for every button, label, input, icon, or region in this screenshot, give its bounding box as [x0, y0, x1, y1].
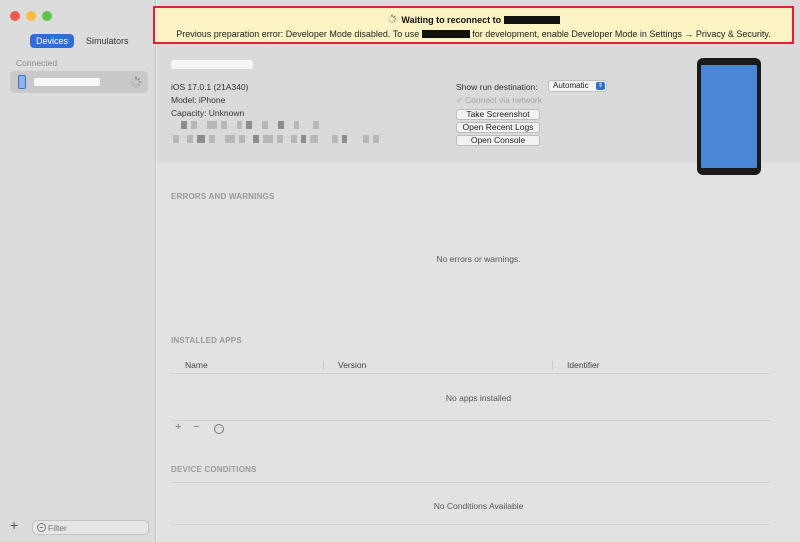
redacted-device-title	[171, 60, 253, 69]
divider	[171, 524, 771, 525]
banner-title: Waiting to reconnect to	[401, 15, 502, 25]
reconnect-warning-banner: Waiting to reconnect to Previous prepara…	[153, 6, 794, 44]
devices-window: Devices Simulators Connected + Filter iO…	[0, 0, 800, 542]
open-recent-logs-button[interactable]: Open Recent Logs	[456, 122, 540, 133]
tab-devices[interactable]: Devices	[30, 34, 75, 48]
more-options-icon[interactable]: ···	[214, 424, 224, 434]
take-screenshot-button[interactable]: Take Screenshot	[456, 109, 540, 120]
redacted-serial-row	[181, 121, 319, 129]
column-header-name[interactable]: Name	[185, 360, 208, 370]
redacted-device-name	[503, 16, 560, 24]
banner-message-part2: for development, enable Developer Mode i…	[472, 29, 771, 39]
ios-version: iOS 17.0.1 (21A340)	[171, 82, 249, 92]
redacted-identifier-row	[173, 135, 379, 143]
column-divider	[323, 361, 324, 370]
plus-icon[interactable]: +	[10, 518, 18, 532]
conditions-empty-message: No Conditions Available	[433, 501, 524, 511]
divider	[171, 482, 771, 483]
sidebar: Devices Simulators Connected + Filter	[0, 0, 156, 542]
connected-section-label: Connected	[16, 58, 58, 68]
remove-app-icon[interactable]: −	[193, 422, 199, 433]
apps-empty-message: No apps installed	[445, 393, 512, 403]
banner-message-line: Previous preparation error: Developer Mo…	[155, 29, 792, 39]
errors-section-title: ERRORS AND WARNINGS	[171, 192, 275, 201]
redacted-device-name	[421, 30, 470, 38]
sidebar-footer: +	[0, 512, 156, 542]
banner-title-line: Waiting to reconnect to	[155, 14, 792, 25]
banner-message-part1: Previous preparation error: Developer Mo…	[176, 29, 420, 39]
loading-spinner-icon	[130, 76, 142, 88]
add-app-icon[interactable]: +	[175, 422, 181, 433]
zoom-window-button[interactable]	[42, 11, 52, 21]
connect-via-network-label: Connect via network	[465, 95, 543, 105]
chevron-up-down-icon: ⇕	[596, 82, 605, 90]
column-header-identifier[interactable]: Identifier	[567, 360, 600, 370]
apps-table-footer: + − ···	[171, 420, 771, 434]
device-detail-pane: iOS 17.0.1 (21A340) Model: iPhone Capaci…	[157, 0, 800, 542]
iphone-icon	[18, 75, 26, 89]
filter-icon	[37, 523, 46, 532]
window-controls	[10, 11, 52, 21]
redacted-device-name	[34, 78, 100, 86]
filter-input[interactable]	[48, 522, 144, 533]
run-destination-label: Show run destination:	[456, 82, 538, 92]
run-destination-value: Automatic	[553, 81, 589, 90]
column-divider	[552, 361, 553, 370]
apps-table-header: Name Version Identifier	[171, 358, 771, 374]
installed-apps-section-title: INSTALLED APPS	[171, 336, 242, 345]
checkmark-icon: ✓	[456, 95, 464, 105]
device-conditions-section-title: DEVICE CONDITIONS	[171, 465, 257, 474]
minimize-window-button[interactable]	[26, 11, 36, 21]
run-destination-select[interactable]: Automatic ⇕	[548, 80, 607, 92]
device-type-segmented-control: Devices Simulators	[30, 34, 135, 48]
sidebar-item-connected-device[interactable]	[10, 71, 148, 93]
device-model: Model: iPhone	[171, 95, 226, 105]
connect-via-network-checkbox[interactable]: ✓ Connect via network	[456, 95, 542, 106]
device-capacity: Capacity: Unknown	[171, 108, 245, 118]
open-console-button[interactable]: Open Console	[456, 135, 540, 146]
tab-simulators[interactable]: Simulators	[80, 34, 135, 48]
filter-field[interactable]	[32, 520, 149, 535]
iphone-device-image	[697, 58, 761, 175]
device-screen	[701, 65, 757, 168]
close-window-button[interactable]	[10, 11, 20, 21]
column-header-version[interactable]: Version	[338, 360, 366, 370]
errors-empty-message: No errors or warnings.	[436, 254, 521, 264]
loading-spinner-icon	[387, 14, 398, 24]
